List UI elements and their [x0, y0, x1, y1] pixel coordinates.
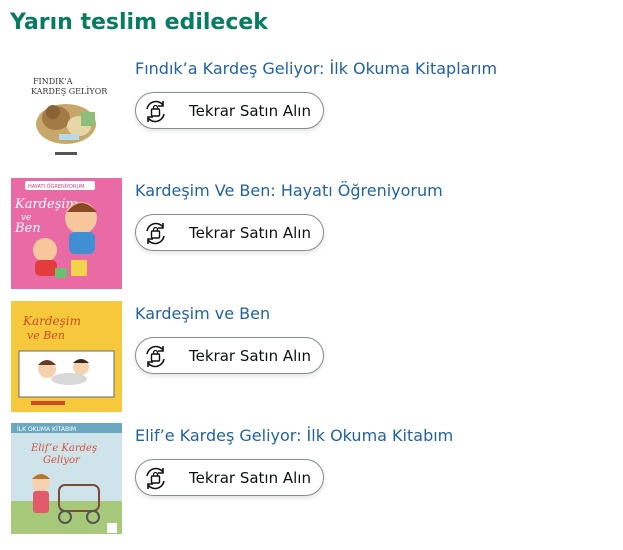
section-title: Yarın teslim edilecek: [10, 10, 268, 35]
buy-again-icon: [146, 222, 165, 245]
buy-again-label: Tekrar Satın Alın: [189, 102, 311, 120]
buy-again-label: Tekrar Satın Alın: [189, 224, 311, 242]
product-title-link[interactable]: Kardeşim ve Ben: [135, 304, 270, 323]
buy-again-label: Tekrar Satın Alın: [189, 347, 311, 365]
cover-text: FINDIK’A: [33, 77, 73, 86]
buy-again-button[interactable]: Tekrar Satın Alın: [135, 459, 324, 496]
buy-again-button[interactable]: Tekrar Satın Alın: [135, 214, 324, 251]
cover-text: Kardeşim: [22, 314, 81, 328]
cover-text: Geliyor: [43, 455, 81, 466]
product-title-link[interactable]: Fındık’a Kardeş Geliyor: İlk Okuma Kitap…: [135, 59, 497, 78]
book-cover-image[interactable]: HAYATI ÖĞRENİYORUM Kardeşim ve Ben: [11, 178, 122, 289]
product-title-link[interactable]: Kardeşim Ve Ben: Hayatı Öğreniyorum: [135, 181, 443, 200]
buy-again-button[interactable]: Tekrar Satın Alın: [135, 92, 324, 129]
book-cover-image[interactable]: FINDIK’A KARDEŞ GELİYOR: [11, 56, 122, 167]
book-cover-image[interactable]: İLK OKUMA KİTABIM Elif’e Kardeş Geliyor: [11, 423, 122, 534]
cover-text: HAYATI ÖĞRENİYORUM: [28, 183, 84, 190]
cover-text: ve Ben: [27, 329, 65, 342]
product-title-link[interactable]: Elif’e Kardeş Geliyor: İlk Okuma Kitabım: [135, 426, 453, 445]
buy-again-icon: [146, 345, 165, 368]
cover-text: KARDEŞ GELİYOR: [31, 87, 108, 96]
buy-again-icon: [146, 467, 165, 490]
cover-text: Elif’e Kardeş: [30, 443, 97, 454]
order-section: Yarın teslim edilecek FINDIK’A KARDEŞ GE…: [0, 0, 623, 550]
book-cover-image[interactable]: Kardeşim ve Ben: [11, 301, 122, 412]
buy-again-button[interactable]: Tekrar Satın Alın: [135, 337, 324, 374]
buy-again-label: Tekrar Satın Alın: [189, 469, 311, 487]
buy-again-icon: [146, 100, 165, 123]
cover-text: Ben: [14, 221, 41, 236]
cover-text: İLK OKUMA KİTABIM: [17, 426, 76, 433]
